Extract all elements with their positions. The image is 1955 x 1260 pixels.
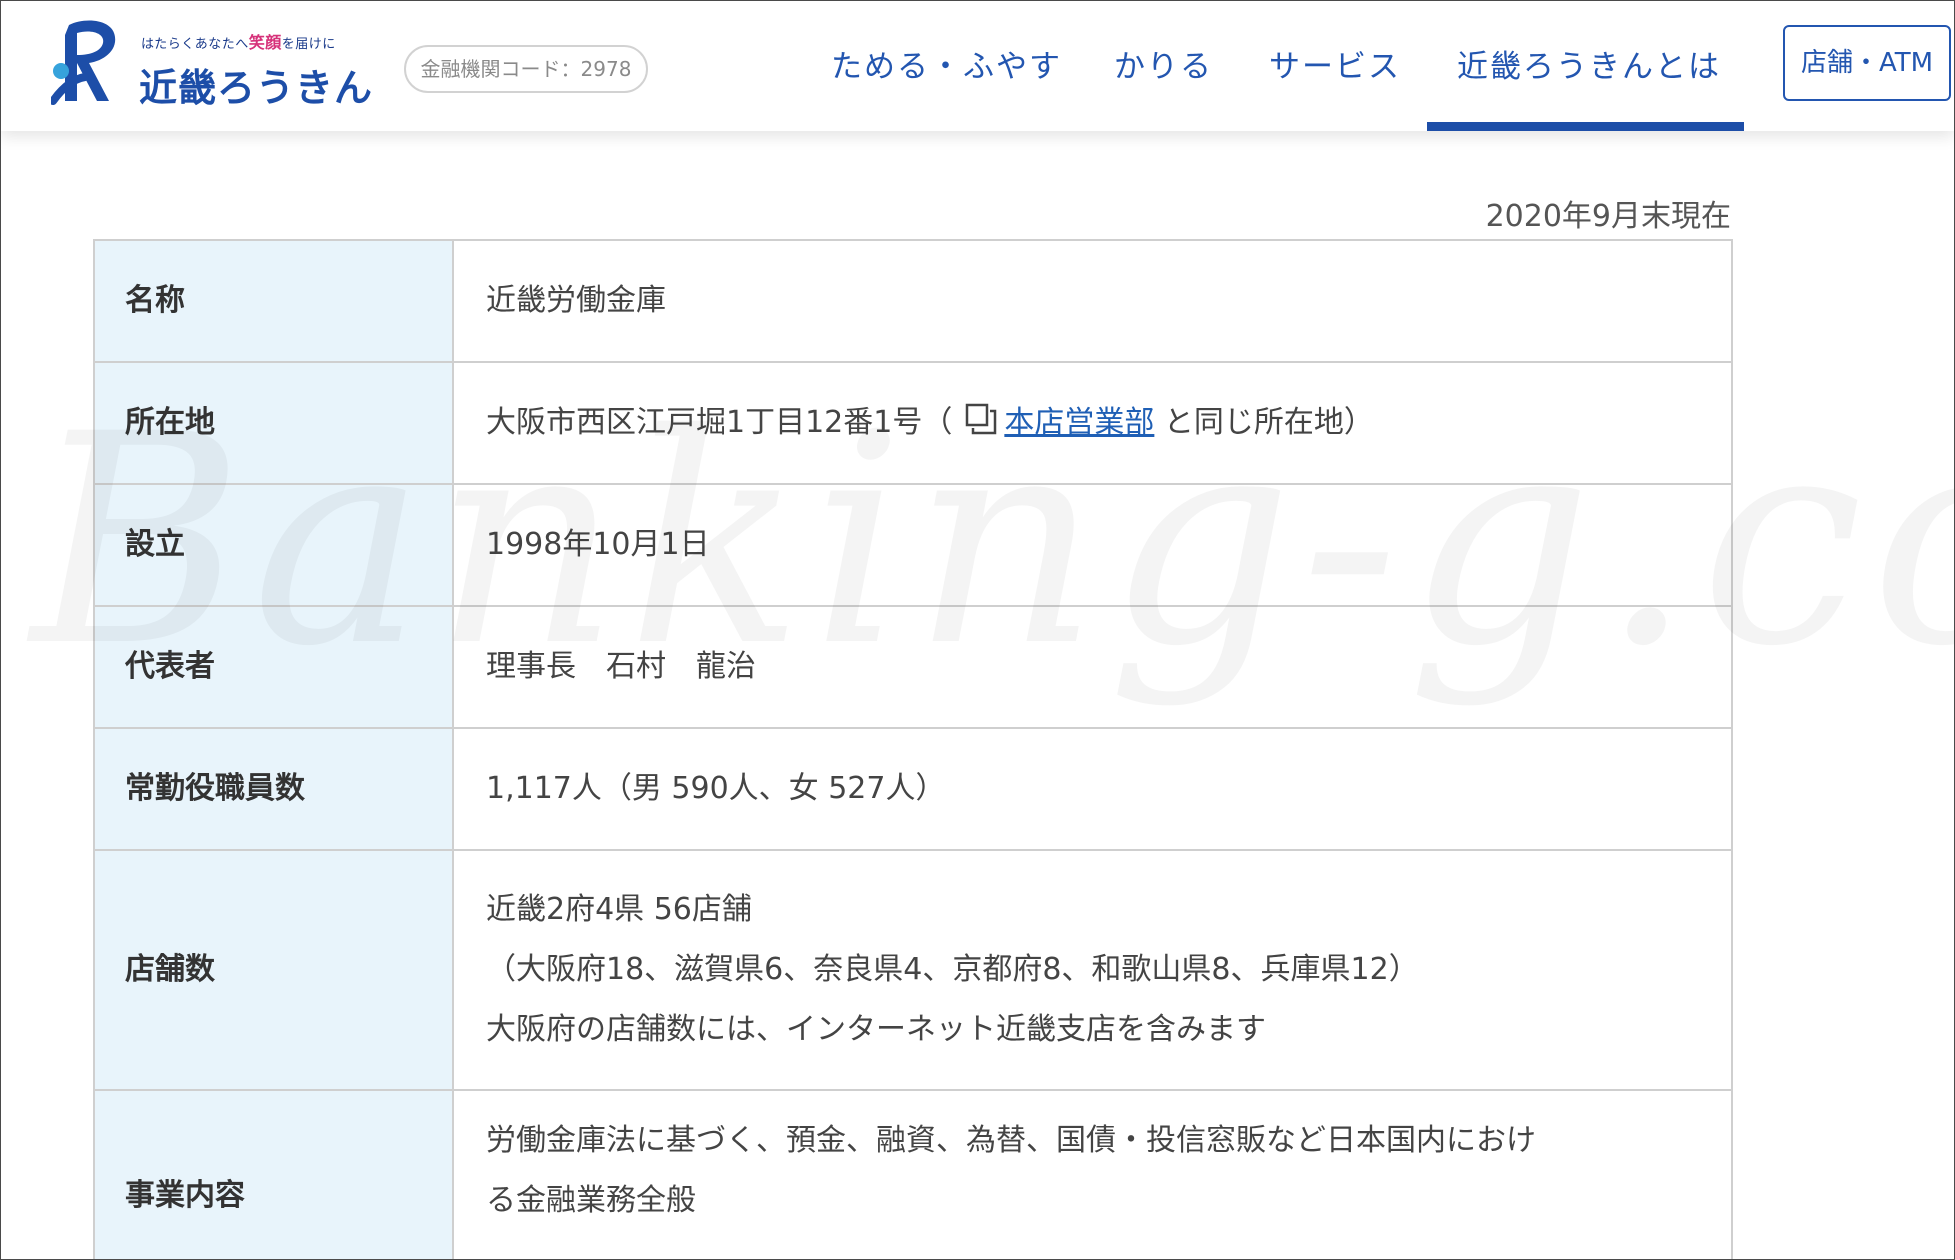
row-label: 事業内容 <box>93 1089 454 1259</box>
nav-item-about[interactable]: 近畿ろうきんとは <box>1457 41 1721 86</box>
nav-item-save[interactable]: ためる・ふやす <box>831 41 1062 86</box>
browser-frame: はたらくあなたへ笑顔を届けに 近畿ろうきん 金融機関コード：2978 ためる・ふ… <box>0 0 1955 1260</box>
row-label: 店舗数 <box>93 849 454 1091</box>
tagline-smile: 笑顔 <box>248 33 282 52</box>
row-label: 設立 <box>93 483 454 607</box>
table-row: 店舗数 近畿2府4県 56店舗 （大阪府18、滋賀県6、奈良県4、京都府8、和歌… <box>93 849 1733 1091</box>
row-value: 大阪市西区江戸堀1丁目12番1号（ 本店営業部 と同じ所在地） <box>452 361 1733 485</box>
table-row: 名称 近畿労働金庫 <box>93 239 1733 363</box>
store-atm-button[interactable]: 店舗・ATM <box>1783 25 1951 101</box>
business-line: 労働金庫法に基づく、預金、融資、為替、国債・投信窓販など日本国内におけ <box>486 1123 1536 1158</box>
brand-tagline: はたらくあなたへ笑顔を届けに <box>141 33 336 52</box>
table-row: 設立 1998年10月1日 <box>93 483 1733 607</box>
row-value: 1,117人（男 590人、女 527人） <box>452 727 1733 851</box>
row-value: 1998年10月1日 <box>452 483 1733 607</box>
nav-item-borrow[interactable]: かりる <box>1114 41 1213 86</box>
table-row: 事業内容 労働金庫法に基づく、預金、融資、為替、国債・投信窓販など日本国内におけ… <box>93 1089 1733 1259</box>
brand-logo[interactable]: はたらくあなたへ笑顔を届けに 近畿ろうきん <box>51 17 381 110</box>
rokin-logo-mark-icon <box>51 20 116 105</box>
row-label: 所在地 <box>93 361 454 485</box>
institution-code-badge: 金融機関コード：2978 <box>404 45 648 93</box>
table-row: 所在地 大阪市西区江戸堀1丁目12番1号（ 本店営業部 と同じ所在地） <box>93 361 1733 485</box>
row-label: 名称 <box>93 239 454 363</box>
table-row: 常勤役職員数 1,117人（男 590人、女 527人） <box>93 727 1733 851</box>
address-suffix: と同じ所在地） <box>1163 405 1374 440</box>
store-count-line: 大阪府の店舗数には、インターネット近畿支店を含みます <box>486 1012 1266 1047</box>
table-row: 代表者 理事長 石村 龍治 <box>93 605 1733 729</box>
address-text: 大阪市西区江戸堀1丁目12番1号（ <box>486 405 953 440</box>
store-count-line: （大阪府18、滋賀県6、奈良県4、京都府8、和歌山県8、兵庫県12） <box>486 952 1419 987</box>
nav-item-services[interactable]: サービス <box>1269 41 1401 86</box>
nav-active-indicator <box>1427 122 1744 131</box>
business-line: る金融業務全般 <box>486 1183 696 1218</box>
row-value: 理事長 石村 龍治 <box>452 605 1733 729</box>
company-info-table: 名称 近畿労働金庫 所在地 大阪市西区江戸堀1丁目12番1号（ 本店営業部 と同じ… <box>93 239 1733 1259</box>
row-value: 近畿2府4県 56店舗 （大阪府18、滋賀県6、奈良県4、京都府8、和歌山県8、… <box>452 849 1733 1091</box>
site-header: はたらくあなたへ笑顔を届けに 近畿ろうきん 金融機関コード：2978 ためる・ふ… <box>1 1 1954 131</box>
external-window-icon <box>966 403 997 435</box>
row-label: 代表者 <box>93 605 454 729</box>
store-count-line: 近畿2府4県 56店舗 <box>486 892 752 927</box>
brand-name: 近畿ろうきん <box>139 66 374 110</box>
row-value: 労働金庫法に基づく、預金、融資、為替、国債・投信窓販など日本国内におけ る金融業… <box>452 1089 1733 1259</box>
row-label: 常勤役職員数 <box>93 727 454 851</box>
head-office-link[interactable]: 本店営業部 <box>1004 405 1154 440</box>
as-of-date: 2020年9月末現在 <box>1485 199 1731 234</box>
row-value: 近畿労働金庫 <box>452 239 1733 363</box>
